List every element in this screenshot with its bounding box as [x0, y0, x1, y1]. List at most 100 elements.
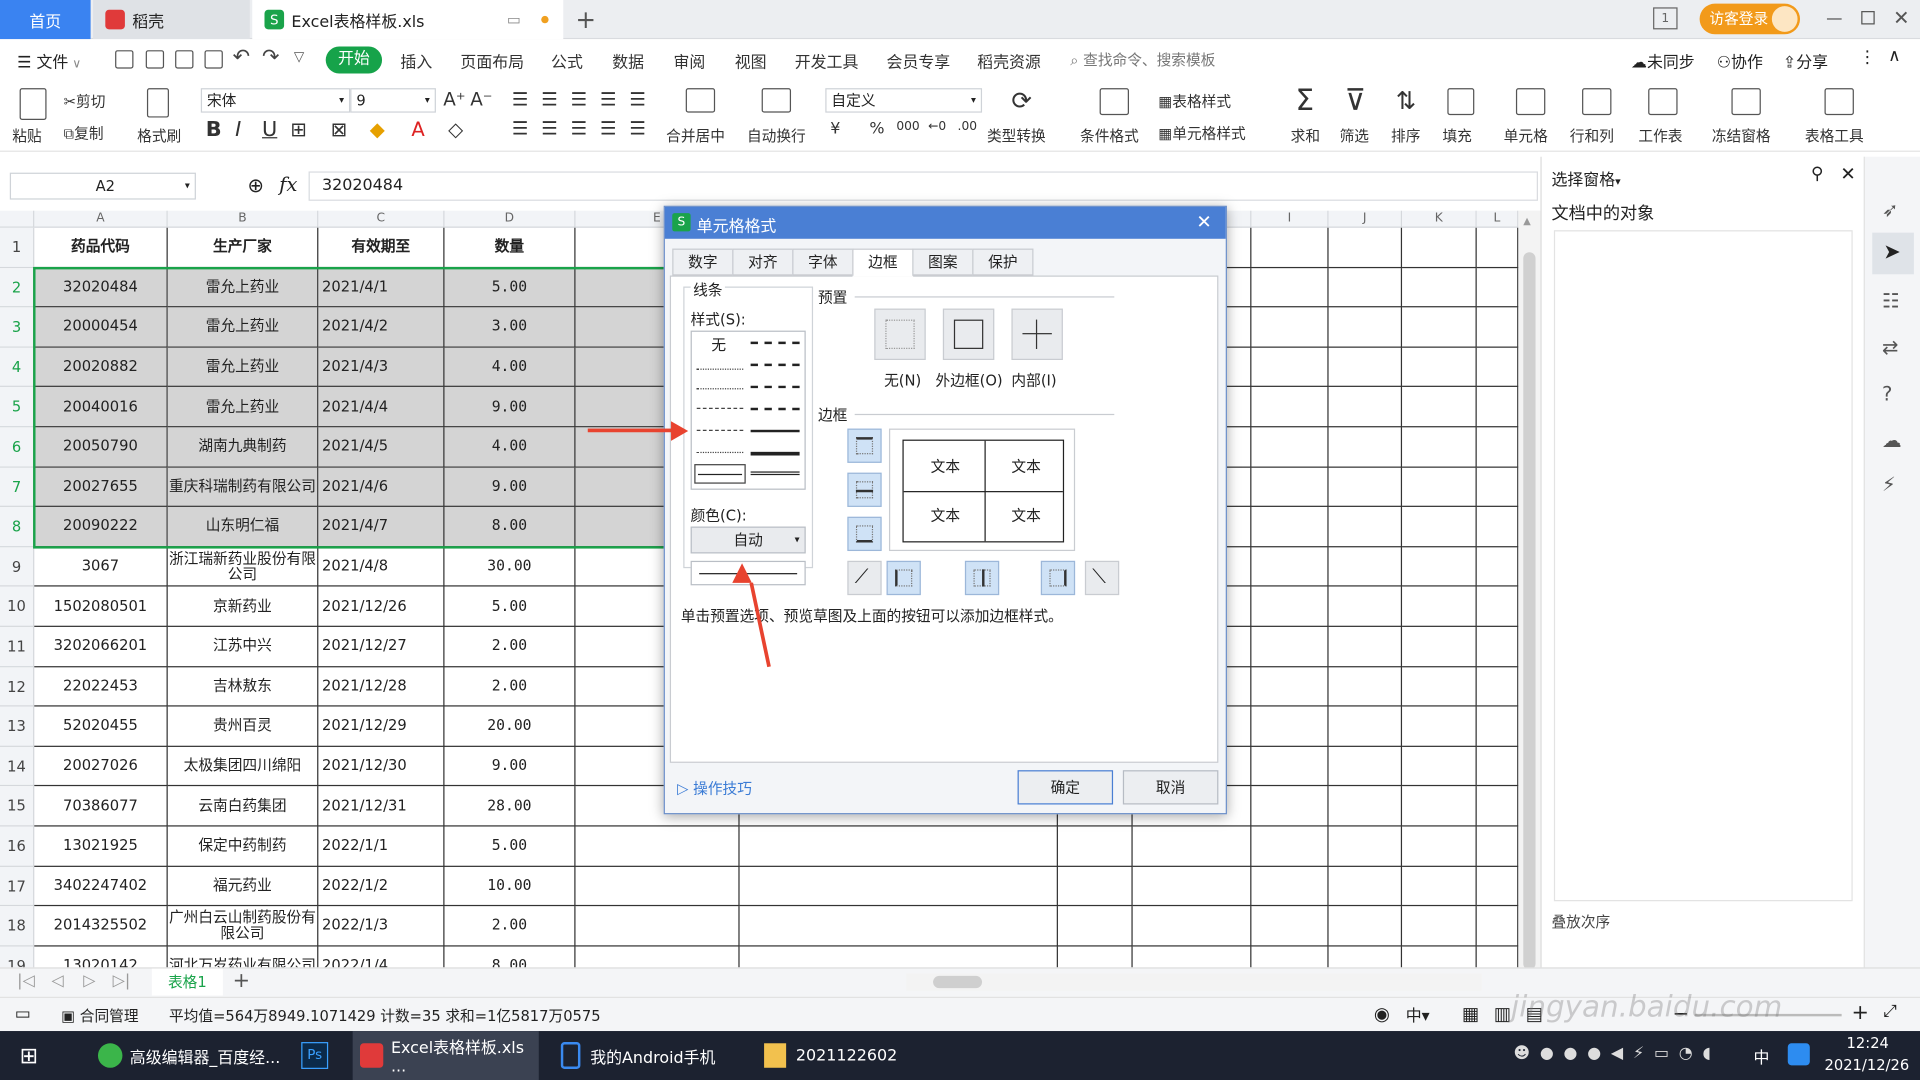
contract-management[interactable]: ▣ 合同管理 — [61, 1005, 138, 1026]
empty-cell[interactable] — [739, 866, 1058, 907]
empty-cell[interactable] — [1402, 587, 1477, 627]
table-cell[interactable]: 雷允上药业 — [167, 267, 319, 308]
windows-start-icon[interactable]: ⊞ — [20, 1043, 38, 1069]
empty-cell[interactable] — [1476, 267, 1519, 308]
select-all-corner[interactable] — [0, 210, 35, 228]
line-style-item[interactable] — [696, 451, 744, 454]
empty-cell[interactable] — [575, 906, 740, 947]
table-cell[interactable]: 70386077 — [34, 786, 168, 827]
percent-icon[interactable]: % — [869, 120, 884, 138]
row-header[interactable]: 5 — [0, 387, 35, 428]
empty-cell[interactable] — [1251, 347, 1329, 388]
preset-inside-button[interactable] — [1011, 308, 1063, 361]
visitor-login-button[interactable]: 访客登录 — [1699, 3, 1801, 35]
table-cell[interactable]: 52020455 — [34, 706, 168, 747]
line-style-item[interactable] — [750, 471, 800, 476]
close-window-icon[interactable]: ✕ — [1893, 6, 1909, 29]
cut-button[interactable]: ✂剪切 — [64, 91, 106, 112]
table-cell[interactable]: 20020882 — [34, 347, 168, 388]
cell-style-button[interactable]: ▦单元格样式 — [1158, 122, 1245, 143]
empty-cell[interactable] — [1251, 587, 1329, 627]
tab-border[interactable]: 边框 — [852, 248, 914, 277]
table-cell[interactable]: 2021/4/1 — [318, 267, 445, 308]
italic-icon[interactable]: I — [235, 118, 241, 142]
row-header[interactable]: 9 — [0, 547, 35, 588]
row-header[interactable]: 1 — [0, 227, 35, 268]
quick-access-dropdown-icon[interactable]: ▽ — [294, 49, 304, 65]
table-cell[interactable]: 5.00 — [444, 826, 576, 867]
table-cell[interactable]: 2021/4/8 — [318, 547, 445, 588]
window-layout-icon[interactable]: 1 — [1653, 7, 1678, 30]
line-style-item[interactable] — [750, 407, 800, 411]
table-cell[interactable]: 京新药业 — [167, 587, 319, 627]
sum-label[interactable]: 求和 — [1291, 125, 1320, 146]
justify-icon[interactable]: ☰ — [600, 118, 616, 140]
tab-font[interactable]: 字体 — [792, 248, 854, 276]
decrease-decimal-icon[interactable]: .00 — [958, 120, 977, 133]
empty-cell[interactable] — [1476, 826, 1519, 867]
worksheet-icon[interactable] — [1648, 88, 1678, 116]
restore-icon[interactable] — [1861, 11, 1875, 25]
line-style-list[interactable]: 无 — [690, 330, 806, 490]
table-cell[interactable]: 2.00 — [444, 906, 576, 947]
empty-cell[interactable] — [1328, 826, 1403, 867]
empty-cell[interactable] — [1402, 666, 1477, 707]
table-cell[interactable]: 2021/4/3 — [318, 347, 445, 388]
align-left-icon[interactable]: ☰ — [512, 118, 528, 140]
name-box[interactable]: A2 ▾ — [9, 172, 196, 200]
empty-cell[interactable] — [739, 826, 1058, 867]
row-header[interactable]: 8 — [0, 507, 35, 548]
border-top-button[interactable] — [847, 428, 882, 463]
table-cell[interactable]: 32020484 — [34, 267, 168, 308]
taskbar-browser[interactable]: 高级编辑器_百度经... — [97, 1031, 282, 1080]
fill-color-icon[interactable]: ◆ — [370, 118, 385, 141]
tab-protection[interactable]: 保护 — [972, 248, 1034, 276]
line-style-item[interactable] — [696, 429, 744, 432]
table-cell[interactable]: 山东明仁福 — [167, 507, 319, 548]
table-cell[interactable]: 2021/12/31 — [318, 786, 445, 827]
empty-cell[interactable] — [1402, 387, 1477, 428]
row-header[interactable]: 17 — [0, 866, 35, 907]
border-icon[interactable]: ⊞ — [290, 118, 306, 141]
column-header-J[interactable]: J — [1328, 210, 1403, 228]
border-bottom-button[interactable] — [847, 516, 882, 552]
normal-view-icon[interactable]: ▦ — [1462, 1003, 1479, 1025]
empty-cell[interactable] — [1328, 427, 1403, 468]
border-center-button[interactable] — [964, 560, 1000, 596]
empty-cell[interactable] — [1057, 906, 1133, 947]
help-icon[interactable]: ? — [1882, 382, 1892, 405]
empty-cell[interactable] — [1402, 547, 1477, 588]
table-cell[interactable]: 4.00 — [444, 347, 576, 388]
bold-icon[interactable]: B — [206, 118, 222, 142]
row-header[interactable]: 4 — [0, 347, 35, 388]
cancel-button[interactable]: 取消 — [1122, 770, 1219, 805]
border-left-button[interactable] — [886, 560, 921, 596]
table-cell[interactable]: 保定中药制药 — [167, 826, 319, 867]
table-style-button[interactable]: ▦表格样式 — [1158, 91, 1231, 112]
table-cell[interactable]: 20050790 — [34, 427, 168, 468]
row-header[interactable]: 3 — [0, 307, 35, 348]
table-cell[interactable]: 2021/4/7 — [318, 507, 445, 548]
table-cell[interactable]: 3402247402 — [34, 866, 168, 907]
empty-cell[interactable] — [1402, 866, 1477, 907]
last-sheet-icon[interactable]: ▷| — [113, 972, 131, 990]
header-cell[interactable]: 生产厂家 — [167, 227, 319, 268]
type-convert-label[interactable]: 类型转换 — [987, 125, 1046, 146]
table-cell[interactable]: 雷允上药业 — [167, 307, 319, 348]
indent-icon[interactable]: ☰ — [629, 88, 645, 110]
new-tab-icon[interactable]: + — [576, 5, 597, 34]
print-preview-icon[interactable] — [204, 50, 223, 69]
dialog-title-bar[interactable]: S 单元格格式 ✕ — [664, 206, 1226, 239]
align-top-icon[interactable]: ☰ — [512, 88, 528, 110]
empty-cell[interactable] — [1251, 307, 1329, 348]
border-diag-down-button[interactable]: ⟍ — [1084, 560, 1120, 596]
font-name-select[interactable]: 宋体 ▾ — [200, 88, 351, 113]
color-select[interactable]: 自动 ▾ — [690, 526, 806, 554]
taskbar-folder[interactable]: 2021122602 — [764, 1031, 899, 1080]
row-header[interactable]: 16 — [0, 826, 35, 867]
empty-cell[interactable] — [1476, 866, 1519, 907]
objects-list[interactable] — [1553, 230, 1853, 902]
empty-cell[interactable] — [1477, 946, 1519, 968]
tab-formula[interactable]: 公式 — [551, 49, 583, 72]
tab-insert[interactable]: 插入 — [400, 49, 432, 72]
